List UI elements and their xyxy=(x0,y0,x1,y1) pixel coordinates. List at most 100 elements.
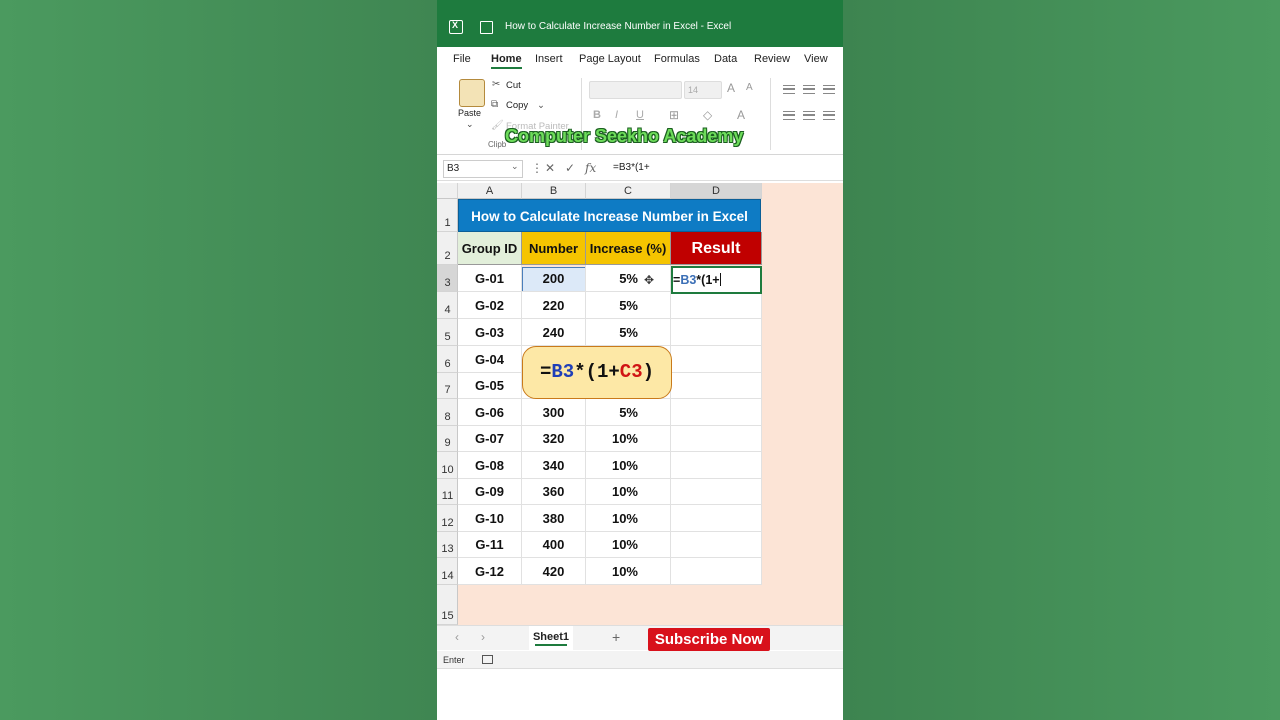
decrease-font-icon[interactable]: A xyxy=(746,82,753,93)
table-cell[interactable]: 10% xyxy=(586,558,671,585)
row-header[interactable]: 7 xyxy=(437,373,458,399)
row-header[interactable]: 15 xyxy=(437,585,458,625)
row-header[interactable]: 10 xyxy=(437,452,458,479)
menu-data[interactable]: Data xyxy=(714,53,737,65)
menu-formulas[interactable]: Formulas xyxy=(654,53,700,65)
align-right-icon[interactable] xyxy=(823,111,835,120)
table-cell[interactable]: G-07 xyxy=(458,426,522,452)
row-header[interactable]: 8 xyxy=(437,399,458,426)
table-cell[interactable]: 320 xyxy=(522,426,586,452)
result-cell[interactable] xyxy=(671,505,762,532)
align-middle-icon[interactable] xyxy=(803,85,815,94)
table-cell[interactable]: 5% xyxy=(586,292,671,319)
fill-color-icon[interactable]: ◇ xyxy=(703,108,712,122)
menu-page-layout[interactable]: Page Layout xyxy=(579,53,641,65)
prev-sheet-icon[interactable]: ‹ xyxy=(455,630,459,644)
subscribe-banner[interactable]: Subscribe Now xyxy=(648,628,770,651)
table-cell[interactable]: 10% xyxy=(586,452,671,479)
accessibility-icon[interactable] xyxy=(482,655,493,664)
table-cell[interactable]: G-08 xyxy=(458,452,522,479)
result-cell[interactable] xyxy=(671,346,762,373)
row-header[interactable]: 9 xyxy=(437,426,458,452)
column-header-d[interactable]: D xyxy=(671,183,762,199)
select-all-corner[interactable] xyxy=(437,183,458,199)
insert-function-icon[interactable]: fx xyxy=(585,161,596,175)
align-bottom-icon[interactable] xyxy=(823,85,835,94)
result-cell[interactable] xyxy=(671,292,762,319)
table-cell[interactable]: 380 xyxy=(522,505,586,532)
borders-icon[interactable]: ⊞ xyxy=(669,108,679,122)
result-cell[interactable] xyxy=(671,373,762,399)
header-increase[interactable]: Increase (%) xyxy=(586,232,671,265)
row-header[interactable]: 11 xyxy=(437,479,458,505)
chevron-down-icon[interactable]: ⌄ xyxy=(511,161,519,172)
save-icon[interactable] xyxy=(480,21,493,34)
sheet-title-cell[interactable]: How to Calculate Increase Number in Exce… xyxy=(458,199,761,232)
table-cell[interactable]: 5% xyxy=(586,399,671,426)
header-number[interactable]: Number xyxy=(522,232,586,265)
italic-button[interactable]: I xyxy=(615,109,618,121)
row-header[interactable]: 13 xyxy=(437,532,458,558)
add-sheet-button[interactable]: + xyxy=(612,629,620,645)
table-cell[interactable]: G-03 xyxy=(458,319,522,346)
table-cell[interactable]: G-09 xyxy=(458,479,522,505)
table-cell[interactable]: G-04 xyxy=(458,346,522,373)
cell-editor[interactable]: =B3*(1+ xyxy=(673,273,721,287)
menu-home[interactable]: Home xyxy=(491,53,522,69)
chevron-down-icon[interactable]: ⌄ xyxy=(466,119,474,130)
table-cell[interactable]: 10% xyxy=(586,479,671,505)
align-top-icon[interactable] xyxy=(783,85,795,94)
table-cell[interactable]: 240 xyxy=(522,319,586,346)
table-cell[interactable]: 400 xyxy=(522,532,586,558)
paste-icon[interactable] xyxy=(459,79,485,107)
table-cell[interactable]: 340 xyxy=(522,452,586,479)
table-cell[interactable]: 420 xyxy=(522,558,586,585)
row-header[interactable]: 1 xyxy=(437,199,458,232)
next-sheet-icon[interactable]: › xyxy=(481,630,485,644)
result-cell[interactable] xyxy=(671,426,762,452)
menu-insert[interactable]: Insert xyxy=(535,53,563,65)
result-cell[interactable] xyxy=(671,532,762,558)
row-header[interactable]: 2 xyxy=(437,232,458,265)
header-group-id[interactable]: Group ID xyxy=(458,232,522,265)
result-cell[interactable] xyxy=(671,399,762,426)
cut-button[interactable]: Cut xyxy=(506,80,521,91)
column-header-a[interactable]: A xyxy=(458,183,522,199)
sheet-tab[interactable]: Sheet1 xyxy=(529,626,573,650)
table-cell[interactable]: 360 xyxy=(522,479,586,505)
formula-input[interactable]: =B3*(1+ xyxy=(613,162,650,173)
result-cell[interactable] xyxy=(671,479,762,505)
table-cell[interactable]: G-06 xyxy=(458,399,522,426)
table-cell[interactable]: G-05 xyxy=(458,373,522,399)
font-name-box[interactable] xyxy=(589,81,682,99)
copy-button[interactable]: Copy xyxy=(506,100,528,111)
column-header-c[interactable]: C xyxy=(586,183,671,199)
table-cell[interactable]: G-02 xyxy=(458,292,522,319)
result-cell[interactable] xyxy=(671,452,762,479)
table-cell[interactable]: G-01 xyxy=(458,265,522,292)
menu-review[interactable]: Review xyxy=(754,53,790,65)
cancel-icon[interactable]: ✕ xyxy=(545,161,555,175)
bold-button[interactable]: B xyxy=(593,109,601,121)
row-header[interactable]: 12 xyxy=(437,505,458,532)
menu-view[interactable]: View xyxy=(804,53,828,65)
table-cell[interactable]: G-11 xyxy=(458,532,522,558)
align-center-icon[interactable] xyxy=(803,111,815,120)
table-cell[interactable]: G-10 xyxy=(458,505,522,532)
row-header[interactable]: 3 xyxy=(437,265,458,292)
table-cell[interactable]: 10% xyxy=(586,426,671,452)
underline-button[interactable]: U xyxy=(636,109,644,121)
row-header[interactable]: 14 xyxy=(437,558,458,585)
result-cell[interactable] xyxy=(671,558,762,585)
font-size-box[interactable]: 14 xyxy=(684,81,722,99)
font-color-icon[interactable]: A xyxy=(737,108,745,122)
row-header[interactable]: 5 xyxy=(437,319,458,346)
table-cell[interactable]: 5% xyxy=(586,265,671,292)
menu-file[interactable]: File xyxy=(453,53,471,65)
row-header[interactable]: 6 xyxy=(437,346,458,373)
table-cell[interactable]: 10% xyxy=(586,532,671,558)
table-cell[interactable]: 220 xyxy=(522,292,586,319)
table-cell[interactable]: 5% xyxy=(586,319,671,346)
increase-font-icon[interactable]: A xyxy=(727,81,735,95)
table-cell[interactable]: 300 xyxy=(522,399,586,426)
